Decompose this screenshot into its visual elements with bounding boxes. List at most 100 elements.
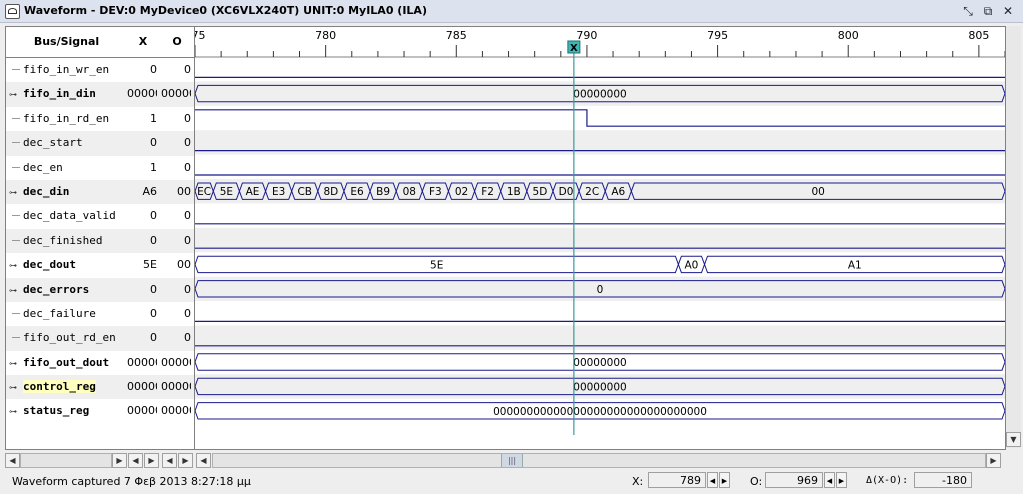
x-cursor-value: 0 — [150, 331, 157, 345]
vertical-scrollbar[interactable]: ▼ — [1006, 26, 1021, 448]
ruler-tick-label: 785 — [446, 29, 467, 42]
signal-row[interactable]: ⊶ fifo_in_din — [6, 82, 127, 107]
o-cursor-increment-icon[interactable]: ▶ — [836, 472, 847, 488]
o-value-row: 0 — [160, 107, 194, 131]
names-scroll-track[interactable] — [20, 453, 112, 468]
expand-bus-icon[interactable]: ⊶ — [9, 286, 17, 295]
tree-connector — [12, 337, 20, 339]
signal-row[interactable]: ⊶ status_reg — [6, 399, 127, 423]
names-scroll-right-icon[interactable]: ▶ — [112, 453, 127, 468]
expand-bus-icon[interactable]: ⊶ — [9, 261, 17, 270]
x-value-list: 00000000101A6005E00000000000000000000000… — [126, 58, 160, 424]
o-value-row: 0000000 — [160, 351, 194, 375]
x-cursor-value: 5E — [143, 258, 157, 272]
waveform-canvas[interactable]: 77578078579079580080500000000EC5EAEE3CB8… — [185, 27, 1006, 449]
signal-name[interactable]: fifo_out_rd_en — [23, 331, 116, 344]
o-cursor-field[interactable]: 969 — [765, 472, 823, 488]
x-cursor-value: 0000000 — [127, 355, 157, 369]
x-value-row: 1 — [126, 107, 160, 131]
expand-bus-icon[interactable]: ⊶ — [9, 188, 17, 197]
x-cursor-value: 0 — [150, 282, 157, 296]
expand-bus-icon[interactable]: ⊶ — [9, 90, 17, 99]
capture-status-message: Waveform captured 7 Φεβ 2013 8:27:18 μμ — [12, 475, 251, 488]
signal-name[interactable]: fifo_in_rd_en — [23, 112, 109, 125]
bus-value-label: E3 — [272, 186, 285, 198]
signal-row[interactable]: fifo_out_rd_en — [6, 326, 127, 351]
signal-row[interactable]: fifo_in_rd_en — [6, 107, 127, 131]
x-scroll-left-icon[interactable]: ◀ — [128, 453, 143, 468]
o-value-row: 0000000 — [160, 375, 194, 400]
column-header-bus-signal[interactable]: Bus/Signal — [6, 27, 127, 58]
wave-scroll-right-icon[interactable]: ▶ — [986, 453, 1001, 468]
bus-value-label: 00000000 — [573, 89, 626, 101]
bit-wave — [195, 109, 1005, 127]
expand-bus-icon[interactable]: ⊶ — [9, 383, 17, 392]
signal-row[interactable]: ⊶ dec_dout — [6, 253, 127, 277]
signal-name[interactable]: fifo_out_dout — [23, 356, 109, 369]
x-cursor-increment-icon[interactable]: ▶ — [719, 472, 730, 488]
column-header-x[interactable]: X — [126, 27, 160, 58]
signal-row[interactable]: dec_data_valid — [6, 204, 127, 228]
bus-value-label: E6 — [350, 186, 364, 198]
signal-name[interactable]: control_reg — [23, 380, 96, 394]
x-cursor-decrement-icon[interactable]: ◀ — [707, 472, 718, 488]
signal-name[interactable]: dec_finished — [23, 234, 102, 247]
wave-scroll-track[interactable]: ||| — [212, 453, 986, 468]
signal-name[interactable]: fifo_in_wr_en — [23, 63, 109, 76]
signal-name[interactable]: dec_dout — [23, 258, 76, 271]
o-cursor-value: 00 — [177, 184, 191, 198]
signal-name[interactable]: dec_start — [23, 136, 83, 149]
signal-name[interactable]: dec_failure — [23, 307, 96, 320]
names-scroll-left-icon[interactable]: ◀ — [5, 453, 20, 468]
x-cursor-value: 1 — [150, 111, 157, 125]
x-cursor-field[interactable]: 789 — [648, 472, 706, 488]
x-cursor-value: 1 — [150, 160, 157, 174]
signal-row[interactable]: dec_failure — [6, 302, 127, 326]
expand-bus-icon[interactable]: ⊶ — [9, 359, 17, 368]
waveform-pane[interactable]: 77578078579079580080500000000EC5EAEE3CB8… — [185, 26, 1006, 450]
o-scroll-right-icon[interactable]: ▶ — [178, 453, 193, 468]
x-value-row: 0000000 — [126, 399, 160, 423]
x-cursor-marker-label: X — [570, 43, 578, 54]
o-cursor-decrement-icon[interactable]: ◀ — [824, 472, 835, 488]
signal-row[interactable]: fifo_in_wr_en — [6, 58, 127, 82]
signal-row[interactable]: dec_finished — [6, 228, 127, 254]
x-cursor-value: 0000000 — [127, 380, 157, 394]
delta-field: -180 — [914, 472, 972, 488]
x-value-row: 0 — [126, 204, 160, 228]
signal-name[interactable]: dec_din — [23, 185, 69, 198]
signal-name[interactable]: fifo_in_din — [23, 87, 96, 100]
bus-value-label: 2C — [585, 186, 599, 198]
restore-icon[interactable]: ⤡ — [960, 3, 976, 19]
signal-row[interactable]: ⊶ dec_din — [6, 179, 127, 205]
signal-name[interactable]: dec_en — [23, 161, 63, 174]
x-scroll-right-icon[interactable]: ▶ — [144, 453, 159, 468]
column-header-o[interactable]: O — [160, 27, 194, 58]
wave-scroll-thumb[interactable]: ||| — [501, 454, 523, 467]
close-icon[interactable]: ✕ — [1000, 3, 1016, 19]
signal-row[interactable]: ⊶ fifo_out_dout — [6, 351, 127, 375]
signal-row[interactable]: ⊶ dec_errors — [6, 277, 127, 302]
signal-row[interactable]: dec_en — [6, 156, 127, 180]
title-bar[interactable]: Waveform - DEV:0 MyDevice0 (XC6VLX240T) … — [0, 0, 1023, 23]
popout-icon[interactable]: ⧉ — [980, 3, 996, 19]
scroll-down-icon[interactable]: ▼ — [1006, 432, 1021, 447]
signal-name[interactable]: dec_data_valid — [23, 209, 116, 222]
bus-value-label: F3 — [429, 186, 442, 198]
x-value-row: 0000000 — [126, 351, 160, 375]
signal-name[interactable]: status_reg — [23, 404, 89, 417]
wave-scroll-left-icon[interactable]: ◀ — [196, 453, 211, 468]
o-cursor-value: 0000000 — [161, 404, 191, 418]
x-value-row: 5E — [126, 253, 160, 277]
o-value-row: 0 — [160, 302, 194, 326]
tree-connector — [12, 166, 20, 168]
expand-bus-icon[interactable]: ⊶ — [9, 407, 17, 416]
signal-row[interactable]: dec_start — [6, 131, 127, 156]
signal-row[interactable]: ⊶ control_reg — [6, 375, 127, 400]
o-scroll-left-icon[interactable]: ◀ — [162, 453, 177, 468]
x-value-row: 0 — [126, 131, 160, 156]
bus-value-label: B9 — [376, 186, 390, 198]
horizontal-scrollbars[interactable]: ◀ ▶ ◀ ▶ ◀ ▶ ◀ ||| ▶ — [0, 452, 1023, 468]
o-cursor-label: O: — [750, 475, 763, 488]
signal-name[interactable]: dec_errors — [23, 283, 89, 296]
